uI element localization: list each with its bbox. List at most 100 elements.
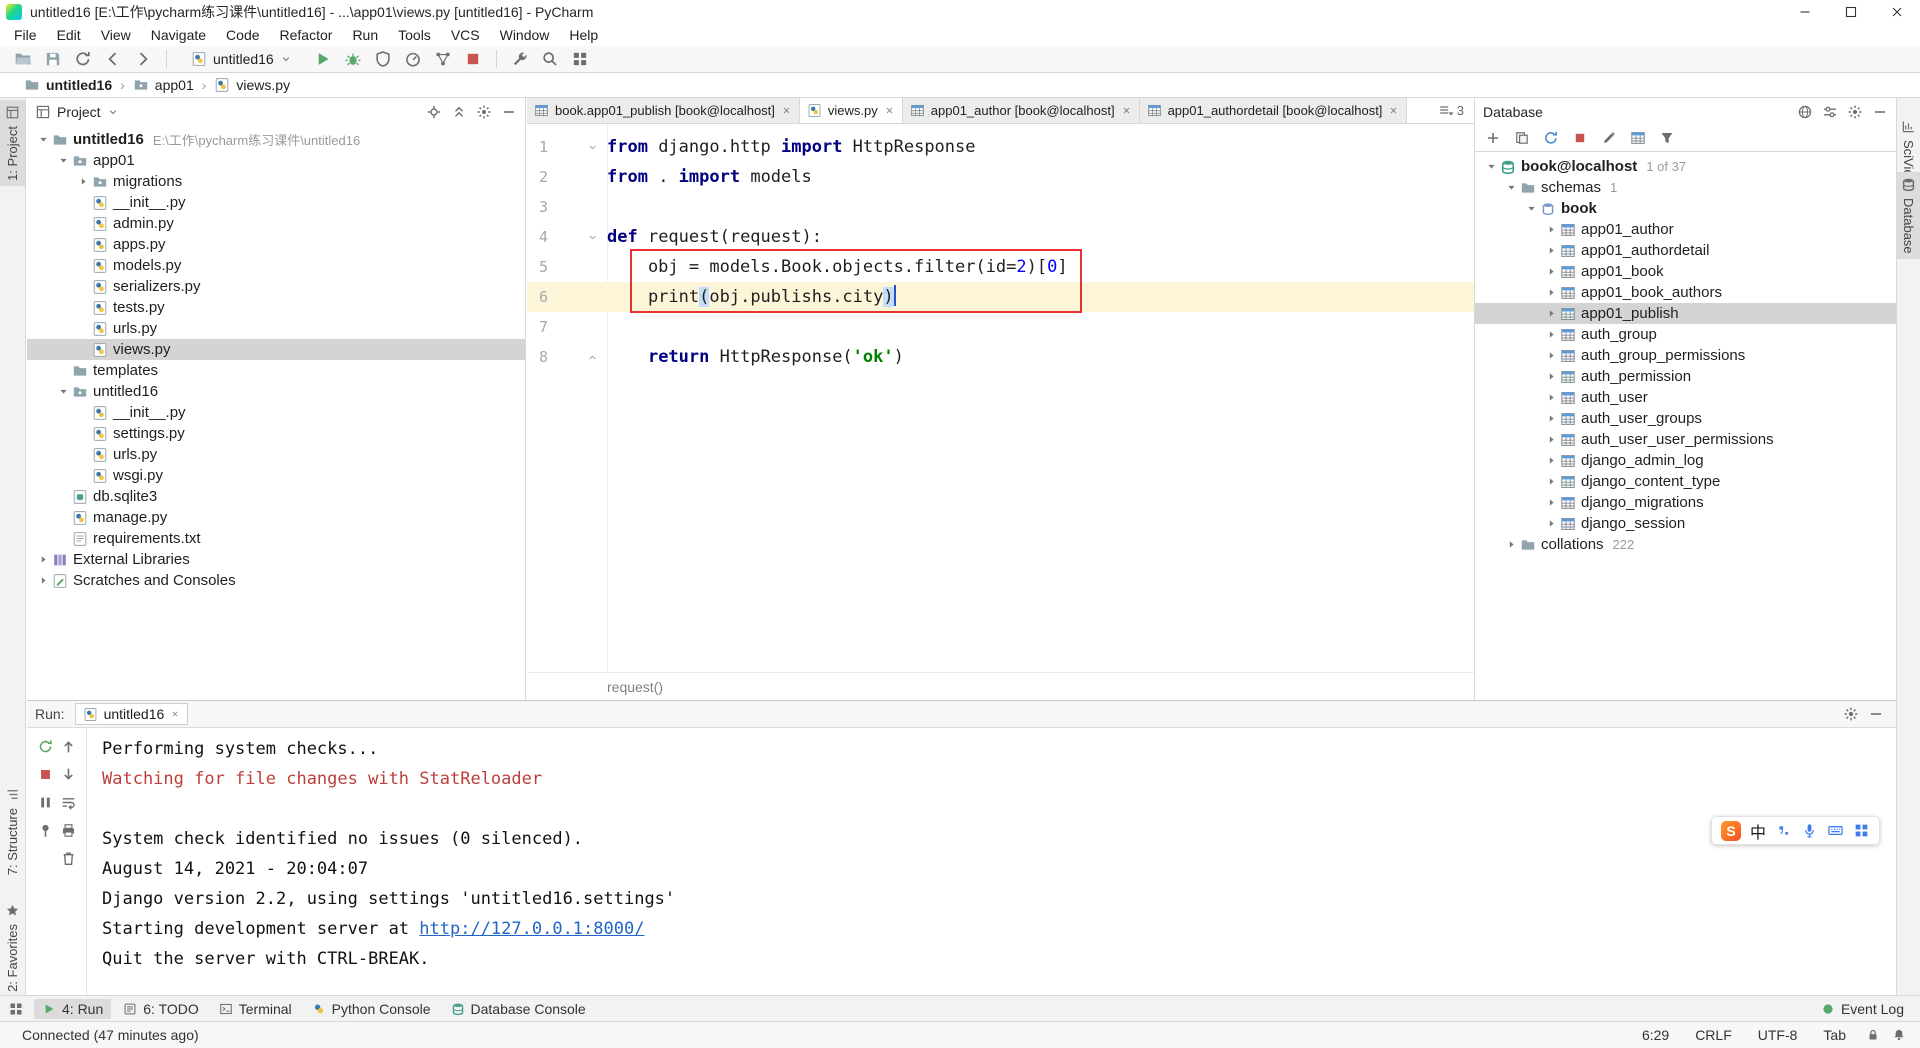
line-number[interactable]: 7: [527, 312, 577, 342]
expand-arrow-icon[interactable]: [1543, 476, 1560, 487]
project-item-serializers-py[interactable]: serializers.py: [27, 276, 525, 297]
funnel-icon[interactable]: [1659, 130, 1675, 146]
fold-start-icon[interactable]: [577, 222, 607, 252]
editor-tab-app01-author-book-localhost[interactable]: app01_author [book@localhost]: [902, 98, 1140, 123]
expand-arrow-icon[interactable]: [1543, 413, 1560, 424]
collapse-arrow-icon[interactable]: [55, 386, 72, 397]
run-tab-untitled16[interactable]: untitled16: [74, 703, 189, 725]
print-icon[interactable]: [60, 822, 77, 839]
fold-end-icon[interactable]: [577, 342, 607, 372]
keyboard-icon[interactable]: [1827, 822, 1844, 839]
editor-tab-book-app01-publish-book-localhost[interactable]: book.app01_publish [book@localhost]: [527, 98, 800, 123]
project-item-migrations[interactable]: migrations: [27, 171, 525, 192]
database-item-app01-publish[interactable]: app01_publish: [1475, 303, 1896, 324]
open-icon[interactable]: [14, 50, 32, 68]
database-item-app01-book-authors[interactable]: app01_book_authors: [1475, 282, 1896, 303]
console-output[interactable]: Performing system checks... Watching for …: [88, 728, 1896, 995]
rerun-icon[interactable]: [37, 738, 54, 755]
profiler-icon[interactable]: [404, 50, 422, 68]
expand-arrow-icon[interactable]: [1543, 434, 1560, 445]
expand-arrow-icon[interactable]: [1543, 224, 1560, 235]
server-url-link[interactable]: http://127.0.0.1:8000/: [419, 919, 644, 939]
expand-arrow-icon[interactable]: [75, 176, 92, 187]
back-icon[interactable]: [104, 50, 122, 68]
concurrency-icon[interactable]: [434, 50, 452, 68]
tool-stripe-2-favorites[interactable]: 2: Favorites: [0, 898, 25, 997]
project-item-init-py[interactable]: __init__.py: [27, 402, 525, 423]
expand-arrow-icon[interactable]: [35, 575, 52, 586]
tool-tab-database-console[interactable]: Database Console: [443, 999, 594, 1019]
tool-tab-event-log[interactable]: Event Log: [1813, 999, 1912, 1019]
database-item-auth-user-groups[interactable]: auth_user_groups: [1475, 408, 1896, 429]
database-item-book[interactable]: book: [1475, 198, 1896, 219]
database-item-django-migrations[interactable]: django_migrations: [1475, 492, 1896, 513]
coverage-icon[interactable]: [374, 50, 392, 68]
locate-icon[interactable]: [426, 104, 442, 120]
project-item-db-sqlite3[interactable]: db.sqlite3: [27, 486, 525, 507]
database-item-app01-book[interactable]: app01_book: [1475, 261, 1896, 282]
project-item-untitled16[interactable]: untitled16: [27, 381, 525, 402]
database-item-book-localhost[interactable]: book@localhost 1 of 37: [1475, 156, 1896, 177]
project-item-views-py[interactable]: views.py: [27, 339, 525, 360]
sliders-icon[interactable]: [1822, 104, 1838, 120]
tool-tab-6-todo[interactable]: 6: TODO: [115, 999, 207, 1019]
save-icon[interactable]: [44, 50, 62, 68]
edit-icon[interactable]: [1601, 130, 1617, 146]
up-icon[interactable]: [60, 738, 77, 755]
editor-tab-app01-authordetail-book-localhost[interactable]: app01_authordetail [book@localhost]: [1139, 98, 1408, 123]
line-number[interactable]: 6: [527, 282, 577, 312]
forward-icon[interactable]: [134, 50, 152, 68]
run-configuration-selector[interactable]: untitled16: [191, 51, 292, 67]
database-item-django-admin-log[interactable]: django_admin_log: [1475, 450, 1896, 471]
hide-icon[interactable]: [501, 104, 517, 120]
menu-navigate[interactable]: Navigate: [141, 24, 216, 46]
code-line-4[interactable]: 4 def request(request):: [527, 222, 1474, 252]
project-item-settings-py[interactable]: settings.py: [27, 423, 525, 444]
project-item-external-libraries[interactable]: External Libraries: [27, 549, 525, 570]
collapse-arrow-icon[interactable]: [55, 155, 72, 166]
chevron-down-icon[interactable]: [107, 106, 119, 118]
settings-icon[interactable]: [1843, 706, 1859, 722]
project-item-requirements-txt[interactable]: requirements.txt: [27, 528, 525, 549]
code-line-7[interactable]: 7: [527, 312, 1474, 342]
expand-arrow-icon[interactable]: [1543, 266, 1560, 277]
hidden-tabs-control[interactable]: 3: [1428, 98, 1474, 123]
menu-run[interactable]: Run: [342, 24, 388, 46]
database-item-auth-user-user-permissions[interactable]: auth_user_user_permissions: [1475, 429, 1896, 450]
sync-icon[interactable]: [74, 50, 92, 68]
project-item-apps-py[interactable]: apps.py: [27, 234, 525, 255]
database-item-auth-group-permissions[interactable]: auth_group_permissions: [1475, 345, 1896, 366]
settings-icon[interactable]: [476, 104, 492, 120]
menu-edit[interactable]: Edit: [47, 24, 91, 46]
menu-help[interactable]: Help: [559, 24, 608, 46]
database-item-app01-authordetail[interactable]: app01_authordetail: [1475, 240, 1896, 261]
table-icon[interactable]: [1630, 130, 1646, 146]
close-icon[interactable]: [1121, 105, 1132, 116]
tool-stripe-7-structure[interactable]: 7: Structure: [0, 782, 25, 880]
menu-view[interactable]: View: [91, 24, 141, 46]
expand-arrow-icon[interactable]: [1503, 539, 1520, 550]
line-number[interactable]: 2: [527, 162, 577, 192]
code-line-5[interactable]: 5 obj = models.Book.objects.filter(id=2)…: [527, 252, 1474, 282]
project-item-models-py[interactable]: models.py: [27, 255, 525, 276]
project-panel-title[interactable]: Project: [57, 104, 101, 120]
tool-window-switcher-icon[interactable]: [8, 1001, 24, 1017]
project-item-scratches-and-consoles[interactable]: Scratches and Consoles: [27, 570, 525, 591]
maximize-button[interactable]: [1828, 0, 1874, 24]
database-item-auth-permission[interactable]: auth_permission: [1475, 366, 1896, 387]
expand-arrow-icon[interactable]: [1543, 371, 1560, 382]
search-icon[interactable]: [541, 50, 559, 68]
code-area[interactable]: 1 from django.http import HttpResponse 2 fr…: [527, 124, 1474, 672]
hide-icon[interactable]: [1872, 104, 1888, 120]
status-utf-8[interactable]: UTF-8: [1758, 1027, 1798, 1043]
collapse-arrow-icon[interactable]: [1503, 182, 1520, 193]
menu-refactor[interactable]: Refactor: [270, 24, 343, 46]
menu-vcs[interactable]: VCS: [441, 24, 490, 46]
editor-breadcrumb[interactable]: request(): [607, 679, 663, 695]
database-item-schemas[interactable]: schemas 1: [1475, 177, 1896, 198]
expand-arrow-icon[interactable]: [1543, 245, 1560, 256]
database-item-app01-author[interactable]: app01_author: [1475, 219, 1896, 240]
globe-icon[interactable]: [1797, 104, 1813, 120]
collapse-arrow-icon[interactable]: [1523, 203, 1540, 214]
menu-code[interactable]: Code: [216, 24, 269, 46]
